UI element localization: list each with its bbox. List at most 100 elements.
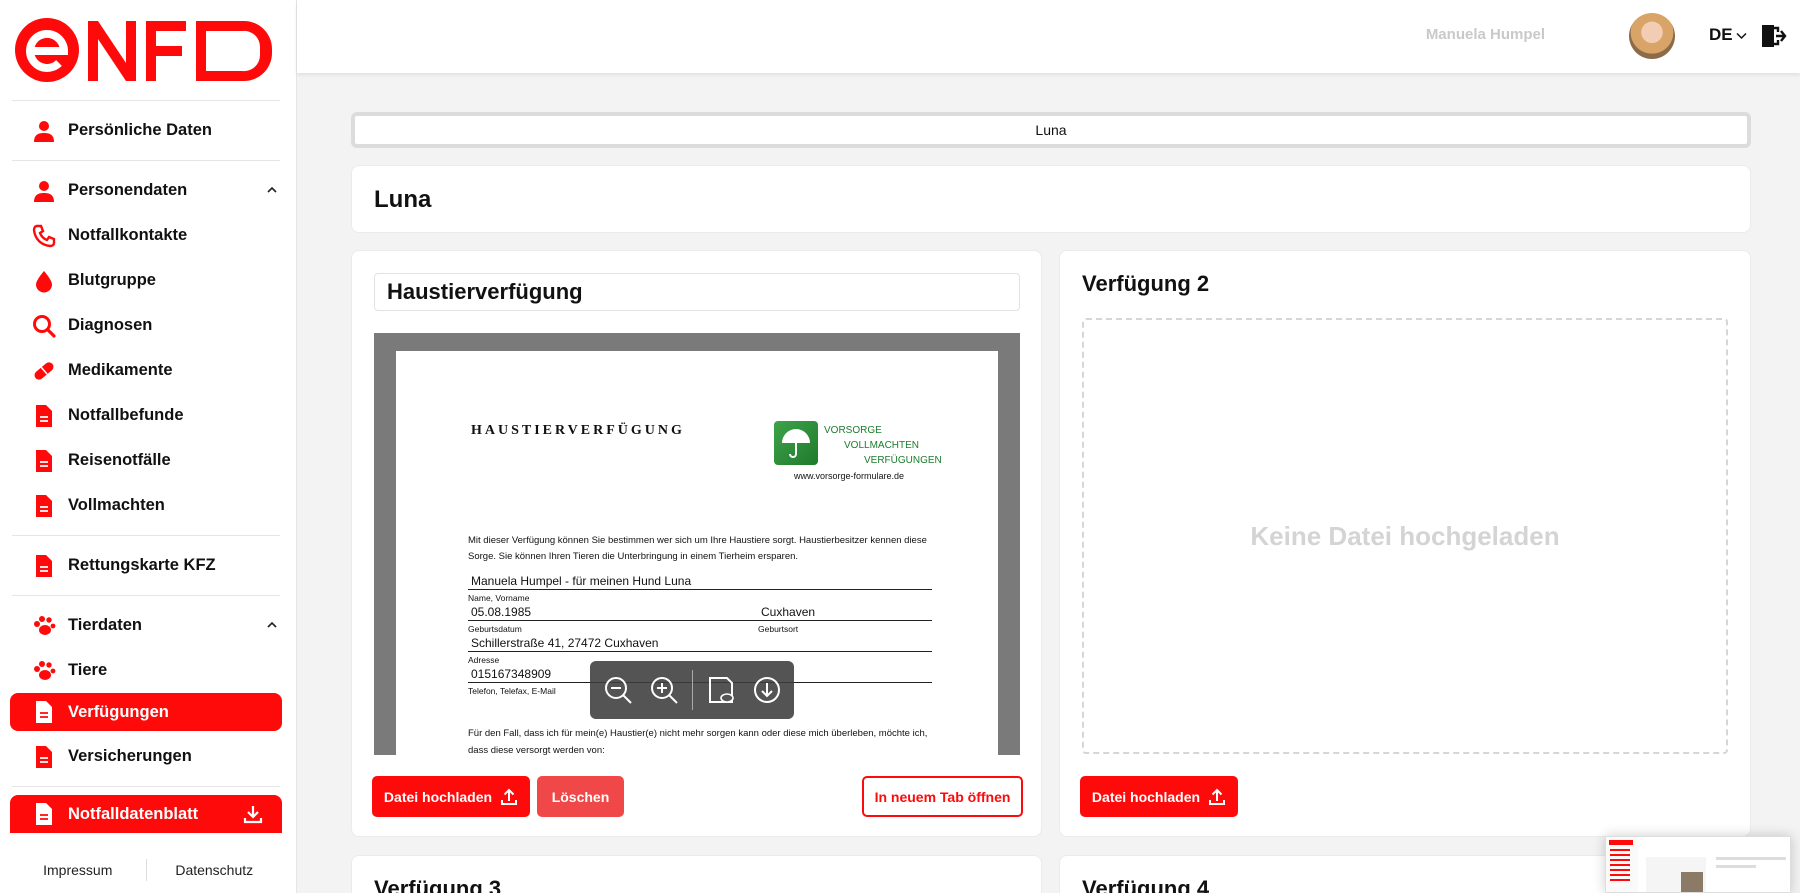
sidebar-footer: Impressum Datenschutz <box>10 846 282 893</box>
download-button[interactable] <box>749 672 785 708</box>
divider <box>12 786 280 787</box>
download-icon <box>754 677 780 703</box>
sidebar-item-blutgruppe[interactable]: Blutgruppe <box>10 258 282 303</box>
chevron-up-icon[interactable] <box>266 619 278 631</box>
document-title-input[interactable]: Haustierverfügung <box>374 273 1020 311</box>
card-title: Verfügung 3 <box>374 876 502 893</box>
doc-line <box>468 589 932 590</box>
drop-icon <box>31 268 57 294</box>
pdf-viewer[interactable]: HAUSTIERVERFÜGUNG VORSORGE VOLLMACHTEN V… <box>374 333 1020 755</box>
upload-button-label: Datei hochladen <box>1091 788 1201 805</box>
page-title-card: Luna <box>351 165 1751 233</box>
document-icon <box>31 744 57 770</box>
animal-selector[interactable]: Luna <box>351 112 1751 148</box>
pill-icon <box>31 358 57 384</box>
divider <box>12 100 280 101</box>
logo-text: VORSORGE VOLLMACHTEN VERFÜGUNGEN <box>824 423 942 468</box>
datenschutz-link[interactable]: Datenschutz <box>147 862 283 878</box>
file-dropzone[interactable]: Keine Datei hochgeladen <box>1082 318 1728 754</box>
vorsorge-logo: VORSORGE VOLLMACHTEN VERFÜGUNGEN www.vor… <box>768 421 942 485</box>
person-icon <box>31 118 57 144</box>
document-icon <box>31 553 57 579</box>
sidebar-item-medikamente[interactable]: Medikamente <box>10 348 282 393</box>
screenshot-thumbnail[interactable] <box>1605 836 1791 893</box>
viewer-toolbar <box>590 661 794 719</box>
zoom-out-button[interactable] <box>600 672 636 708</box>
logout-icon[interactable] <box>1759 22 1787 50</box>
empty-state-text: Keine Datei hochgeladen <box>1250 520 1560 551</box>
open-new-tab-button[interactable]: In neuem Tab öffnen <box>862 776 1023 817</box>
doc-phone-label: Telefon, Telefax, E-Mail <box>468 686 556 696</box>
doc-address-value: Schillerstraße 41, 27472 Cuxhaven <box>471 636 659 650</box>
chevron-up-icon[interactable] <box>266 184 278 196</box>
doc-paragraph: Für den Fall, dass ich für mein(e) Haust… <box>468 728 928 755</box>
zoom-in-button[interactable] <box>646 672 682 708</box>
doc-intro: Mit dieser Verfügung können Sie bestimme… <box>468 535 927 562</box>
search-icon <box>31 313 57 339</box>
paw-icon <box>31 613 57 639</box>
animal-selector-value: Luna <box>1035 122 1067 138</box>
sidebar-item-notfalldatenblatt[interactable]: Notfalldatenblatt <box>10 795 282 833</box>
user-name: Manuela Humpel <box>1425 26 1545 43</box>
card-title: Verfügung 4 <box>1082 876 1210 893</box>
fit-page-button[interactable] <box>703 672 739 708</box>
sidebar-item-label: Rettungskarte KFZ <box>68 556 216 574</box>
upload-button[interactable]: Datei hochladen <box>372 776 530 817</box>
umbrella-icon <box>774 421 818 465</box>
sidebar-item-rettungskarte[interactable]: Rettungskarte KFZ <box>10 543 282 588</box>
doc-line <box>468 620 932 621</box>
document-icon <box>31 448 57 474</box>
document-icon <box>31 801 57 827</box>
document-icon <box>31 493 57 519</box>
top-header: Manuela Humpel DE <box>297 0 1800 73</box>
sidebar-item-personendaten[interactable]: Personendaten <box>10 168 282 213</box>
impressum-link[interactable]: Impressum <box>10 862 146 878</box>
doc-phone-value: 015167348909 <box>471 667 552 681</box>
open-new-tab-label: In neuem Tab öffnen <box>874 788 1011 805</box>
sidebar-item-label: Reisenotfälle <box>68 451 171 469</box>
delete-button[interactable]: Löschen <box>537 776 624 817</box>
download-icon[interactable] <box>242 803 264 825</box>
sidebar-item-verfuegungen[interactable]: Verfügungen <box>10 693 282 731</box>
delete-button-label: Löschen <box>551 788 610 805</box>
divider <box>12 160 280 161</box>
sidebar-item-notfallkontakte[interactable]: Notfallkontakte <box>10 213 282 258</box>
sidebar-nav: Persönliche Daten Personendaten Notfallk… <box>10 100 282 833</box>
sidebar-item-vollmachten[interactable]: Vollmachten <box>10 483 282 528</box>
divider <box>12 535 280 536</box>
doc-birthdate-label: Geburtsdatum <box>468 624 522 634</box>
sidebar-item-persoenliche-daten[interactable]: Persönliche Daten <box>10 108 282 153</box>
document-card-2: Verfügung 2 Keine Datei hochgeladen Date… <box>1059 250 1751 837</box>
card-title: Verfügung 2 <box>1082 271 1210 296</box>
sidebar-item-label: Notfallkontakte <box>68 226 188 244</box>
document-icon <box>31 403 57 429</box>
upload-button[interactable]: Datei hochladen <box>1080 776 1238 817</box>
avatar[interactable] <box>1629 13 1675 59</box>
sidebar-item-reisenotfaelle[interactable]: Reisenotfälle <box>10 438 282 483</box>
sidebar-item-tiere[interactable]: Tiere <box>10 648 282 693</box>
logo-line: VERFÜGUNGEN <box>864 455 942 466</box>
document-title-value: Haustierverfügung <box>387 279 583 304</box>
enfd-logo[interactable] <box>14 17 276 83</box>
person-icon <box>31 178 57 204</box>
sidebar-item-label: Blutgruppe <box>68 271 156 289</box>
sidebar-item-label: Versicherungen <box>68 747 192 765</box>
doc-birthplace-value: Cuxhaven <box>761 605 816 619</box>
logo-line: VOLLMACHTEN <box>844 440 920 451</box>
logo-line: VORSORGE <box>824 425 882 436</box>
doc-birthdate-value: 05.08.1985 <box>471 605 532 619</box>
upload-icon <box>501 788 518 805</box>
upload-button-label: Datei hochladen <box>383 788 493 805</box>
doc-line <box>468 651 932 652</box>
paw-icon <box>31 658 57 684</box>
sidebar-item-label: Tierdaten <box>68 616 142 634</box>
language-selector[interactable]: DE <box>1709 25 1747 45</box>
sidebar-item-tierdaten[interactable]: Tierdaten <box>10 603 282 648</box>
sidebar-item-notfallbefunde[interactable]: Notfallbefunde <box>10 393 282 438</box>
sidebar-item-label: Notfallbefunde <box>68 406 184 424</box>
logo-url: www.vorsorge-formulare.de <box>794 471 905 481</box>
doc-birthplace-label: Geburtsort <box>758 624 799 634</box>
sidebar-item-label: Tiere <box>68 661 108 679</box>
sidebar-item-versicherungen[interactable]: Versicherungen <box>10 734 282 779</box>
sidebar-item-diagnosen[interactable]: Diagnosen <box>10 303 282 348</box>
